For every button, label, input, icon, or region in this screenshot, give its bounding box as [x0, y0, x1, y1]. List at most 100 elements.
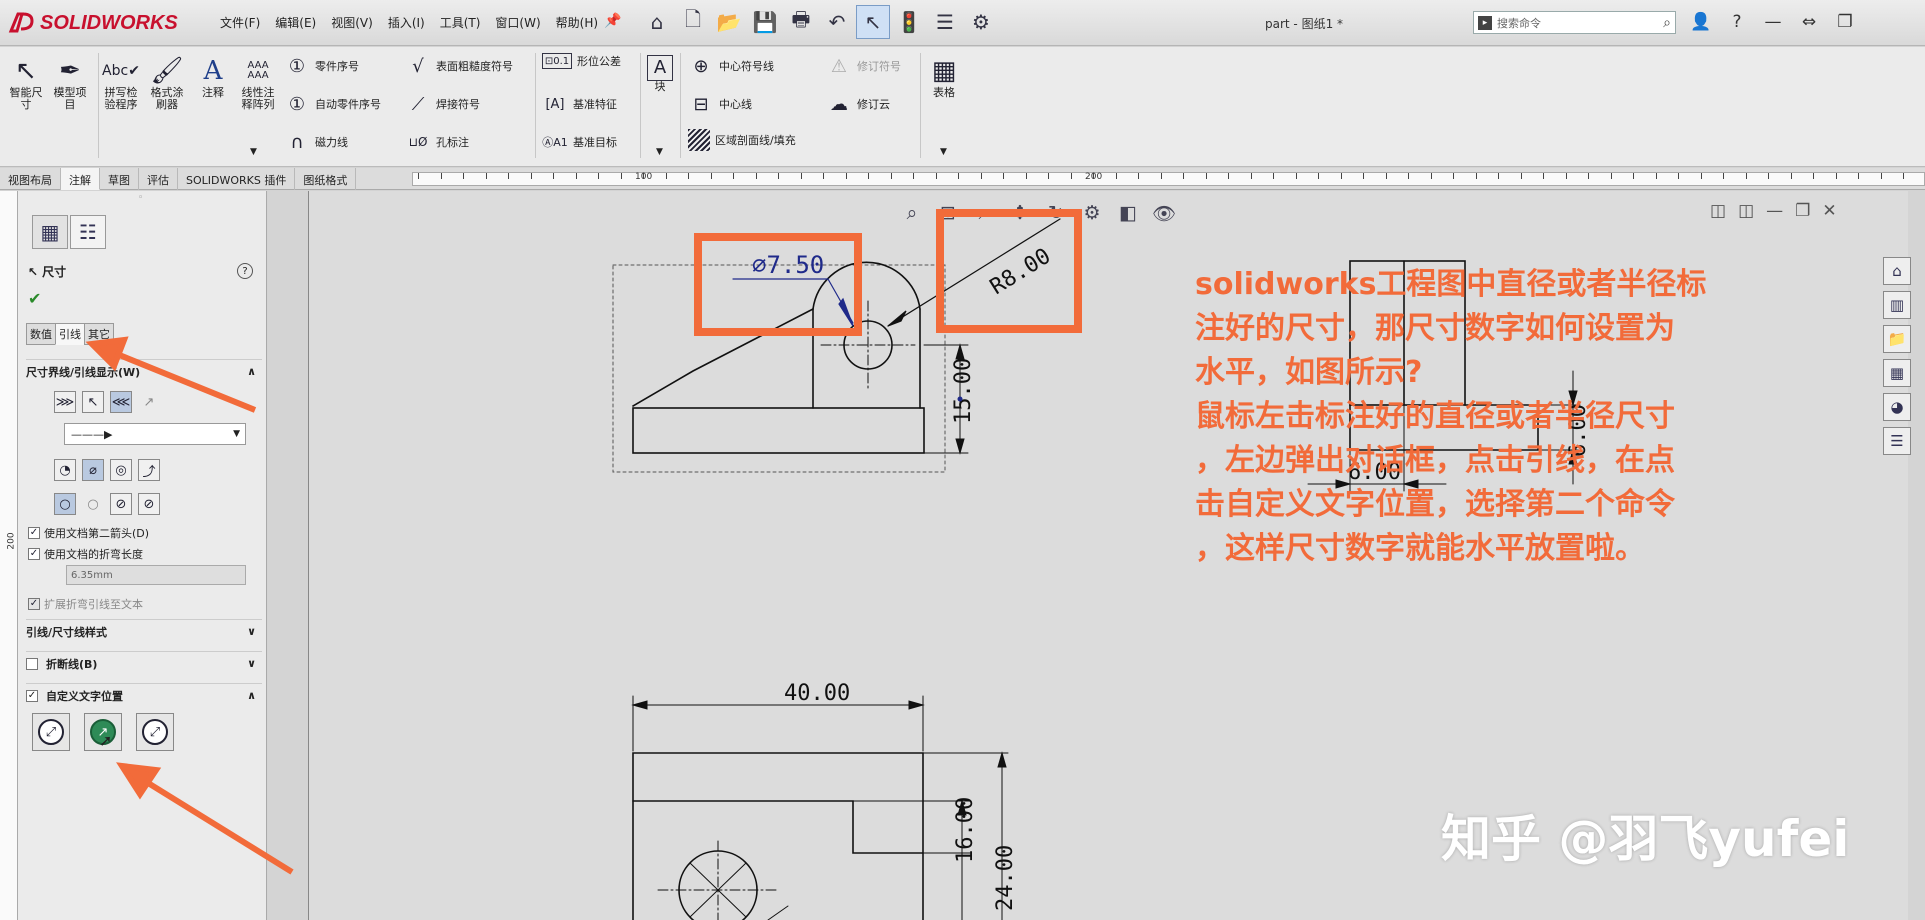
linear-diameter-icon[interactable]: ◎ [110, 459, 132, 481]
arrows-custom-icon[interactable]: ↗ [138, 391, 160, 413]
surface-finish-button[interactable]: √ 表面粗糙度符号 [405, 53, 513, 79]
property-manager-tab[interactable]: ☷ [70, 215, 106, 249]
tab-sheet-format[interactable]: 图纸格式 [295, 168, 357, 190]
tab-view-layout[interactable]: 视图布局 [0, 168, 61, 190]
menu-window[interactable]: 窗口(W) [495, 14, 540, 31]
custom-text-position-section-header[interactable]: ✓ 自定义文字位置 ∧ [26, 683, 262, 707]
datum-target-button[interactable]: ⒶA1 基准目标 [542, 129, 617, 155]
text-position-parallel-button[interactable]: ⤢ [136, 713, 174, 751]
file-properties-icon[interactable]: ☰ [928, 5, 962, 39]
file-explorer-icon[interactable]: 📁 [1883, 325, 1911, 353]
traffic-light-icon[interactable]: 🚦 [892, 5, 926, 39]
dim-15-text[interactable]: 15.00 [951, 358, 976, 424]
search-icon[interactable]: ⌕ [1663, 15, 1671, 31]
subtab-value[interactable]: 数值 [26, 323, 56, 345]
block-button[interactable]: A 块 [644, 55, 676, 93]
table-button[interactable]: ▦ 表格 [926, 55, 962, 99]
note-button[interactable]: A 注释 [196, 55, 230, 99]
chevron-down-icon[interactable]: ∨ [247, 625, 256, 638]
checkbox-box[interactable]: ✓ [28, 527, 40, 539]
model-items-button[interactable]: ✒ 模型项 目 [50, 55, 90, 111]
menu-help[interactable]: 帮助(H) [556, 14, 598, 31]
revision-cloud-button[interactable]: ☁ 修订云 [826, 91, 890, 117]
dropdown-arrow-icon[interactable]: ▼ [940, 147, 947, 157]
datum-feature-button[interactable]: [A] 基准特征 [542, 91, 617, 117]
spell-checker-button[interactable]: Abc✔ 拼写检 验程序 [100, 55, 142, 111]
leader-underline-icon[interactable]: ⊘ [138, 493, 160, 515]
break-lines-checkbox[interactable] [26, 657, 38, 670]
subtab-other[interactable]: 其它 [84, 323, 114, 345]
menu-tools[interactable]: 工具(T) [440, 14, 481, 31]
subtab-leaders[interactable]: 引线 [55, 323, 85, 345]
use-second-arrow-checkbox[interactable]: ✓ 使用文档第二箭头(D) [28, 525, 149, 541]
tab-sketch[interactable]: 草图 [100, 168, 139, 190]
center-mark-button[interactable]: ⊕ 中心符号线 [688, 53, 774, 79]
design-library-icon[interactable]: ▥ [1883, 291, 1911, 319]
home-icon[interactable]: ⌂ [640, 5, 674, 39]
arrow-style-dropdown[interactable]: ———▶ ▼ [64, 423, 246, 445]
front-view[interactable] [632, 261, 925, 454]
bent-length-input[interactable]: 6.35mm [66, 565, 246, 585]
break-lines-section-header[interactable]: 折断线(B) ∨ [26, 651, 262, 675]
options-gear-icon[interactable]: ⚙ [964, 5, 998, 39]
minimize-icon[interactable]: — [1758, 8, 1788, 36]
new-file-icon[interactable]: 🗋 [676, 5, 710, 39]
save-icon[interactable]: 💾 [748, 5, 782, 39]
open-leader-icon[interactable]: ○ [54, 493, 76, 515]
dim-24-text[interactable]: 24.00 [993, 845, 1018, 911]
search-input[interactable]: 搜索命令 [1497, 15, 1541, 31]
dim-16-text[interactable]: 16.00 [953, 797, 978, 863]
menu-edit[interactable]: 编辑(E) [275, 14, 316, 31]
tab-evaluate[interactable]: 评估 [139, 168, 178, 190]
feature-manager-tab[interactable]: ▦ [32, 215, 68, 249]
search-commands[interactable]: ▸ 搜索命令 ⌕ [1473, 11, 1676, 34]
undo-icon[interactable]: ↶ [820, 5, 854, 39]
use-bent-length-checkbox[interactable]: ✓ 使用文档的折弯长度 [28, 546, 143, 562]
chevron-up-icon[interactable]: ∧ [247, 689, 256, 702]
select-pointer-icon[interactable]: ↖ [856, 5, 890, 39]
menu-insert[interactable]: 插入(I) [388, 14, 425, 31]
weld-symbol-button[interactable]: ⟋ 焊接符号 [405, 91, 480, 117]
graphics-area[interactable]: ⌕ ⊞ ⌕ ✥ ↻ ⚙ ◧ 👁 ◫ ◫ — ❐ ✕ 15.00 ⌀7.50 R8… [268, 191, 1925, 920]
extend-bent-leader-checkbox[interactable]: ✓ 扩展折弯引线至文本 [28, 596, 143, 612]
help-icon[interactable]: ? [1722, 8, 1752, 36]
open-folder-icon[interactable]: 📂 [712, 5, 746, 39]
top-view[interactable] [632, 752, 924, 920]
arrows-inside-icon[interactable]: ↖ [82, 391, 104, 413]
smart-dimension-button[interactable]: ↖ 智能尺 寸 [6, 55, 46, 111]
view-palette-icon[interactable]: ▦ [1883, 359, 1911, 387]
tab-addins[interactable]: SOLIDWORKS 插件 [178, 168, 296, 190]
leader-straight-icon[interactable]: ○ [82, 493, 104, 515]
revision-symbol-button[interactable]: ⚠ 修订符号 [826, 53, 901, 79]
custom-properties-icon[interactable]: ☰ [1883, 427, 1911, 455]
menu-file[interactable]: 文件(F) [220, 14, 260, 31]
radius-icon[interactable]: ◔ [54, 459, 76, 481]
diameter-icon[interactable]: ⌀ [82, 459, 104, 481]
chevron-down-icon[interactable]: ∨ [247, 657, 256, 670]
area-hatch-button[interactable]: 区域剖面线/填充 [688, 129, 796, 151]
arrows-outside-icon[interactable]: ⋙ [54, 391, 76, 413]
leader-bent-icon[interactable]: ⊘ [110, 493, 132, 515]
centerline-button[interactable]: ⊟ 中心线 [688, 91, 752, 117]
linear-note-pattern-button[interactable]: AAA AAA 线性注 释阵列 [236, 55, 280, 111]
dim-radius-text[interactable]: R8.00 [986, 244, 1055, 300]
appearances-icon[interactable]: ◕ [1883, 393, 1911, 421]
custom-text-position-checkbox[interactable]: ✓ [26, 689, 38, 702]
chevron-up-icon[interactable]: ∧ [247, 365, 256, 378]
dropdown-arrow-icon[interactable]: ▼ [656, 147, 663, 157]
ok-check-icon[interactable]: ✔ [28, 289, 41, 308]
witness-leader-section-header[interactable]: 尺寸界线/引线显示(W) ∧ [26, 359, 262, 383]
dim-diameter-text[interactable]: ⌀7.50 [752, 251, 824, 279]
user-icon[interactable]: 👤 [1686, 8, 1716, 36]
foreshorten-icon[interactable]: ⤴ [138, 459, 160, 481]
auto-balloon-button[interactable]: ① 自动零件序号 [284, 91, 381, 117]
resources-home-icon[interactable]: ⌂ [1883, 257, 1911, 285]
leader-style-section-header[interactable]: 引线/尺寸线样式 ∨ [26, 619, 262, 643]
magnetic-line-button[interactable]: ∩ 磁力线 [284, 129, 348, 155]
tab-annotation[interactable]: 注解 [61, 168, 100, 190]
maximize-icon[interactable]: ❐ [1830, 8, 1860, 36]
dim-40-text[interactable]: 40.00 [784, 681, 850, 706]
dropdown-arrow-icon[interactable]: ▼ [250, 147, 257, 157]
checkbox-box[interactable]: ✓ [28, 598, 40, 610]
text-position-aligned-button[interactable]: ⤢ [32, 713, 70, 751]
